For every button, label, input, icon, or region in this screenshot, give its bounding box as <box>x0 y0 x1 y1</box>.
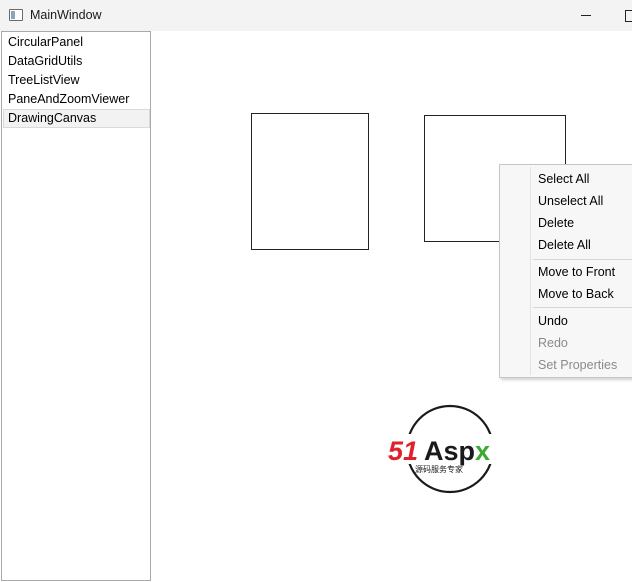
watermark-number: 51 <box>388 436 418 466</box>
list-item-tree-list-view[interactable]: TreeListView <box>3 71 150 90</box>
menu-item-undo[interactable]: Undo <box>502 310 632 332</box>
canvas-rectangle[interactable] <box>251 113 369 250</box>
minimize-icon[interactable] <box>572 0 602 31</box>
menu-item-redo[interactable]: Redo <box>502 332 632 354</box>
list-item-circular-panel[interactable]: CircularPanel <box>3 33 150 52</box>
window-title: MainWindow <box>30 8 102 22</box>
menu-item-move-to-front[interactable]: Move to Front <box>502 261 632 283</box>
watermark-brand-accent: x <box>475 436 490 466</box>
watermark-logo: 51 Aspx 源码服务专家 <box>386 404 516 494</box>
context-menu[interactable]: Select All Unselect All Delete Delete Al… <box>499 164 632 378</box>
menu-item-unselect-all[interactable]: Unselect All <box>502 190 632 212</box>
list-item-drawing-canvas[interactable]: DrawingCanvas <box>3 109 150 128</box>
navigation-list[interactable]: CircularPanel DataGridUtils TreeListView… <box>1 31 151 581</box>
maximize-icon[interactable] <box>614 0 632 31</box>
menu-item-select-all[interactable]: Select All <box>502 168 632 190</box>
title-bar[interactable]: MainWindow <box>0 0 632 31</box>
menu-separator <box>533 307 632 308</box>
list-item-pane-and-zoom-viewer[interactable]: PaneAndZoomViewer <box>3 90 150 109</box>
menu-item-delete[interactable]: Delete <box>502 212 632 234</box>
list-item-data-grid-utils[interactable]: DataGridUtils <box>3 52 150 71</box>
watermark-brand: Aspx <box>424 436 490 466</box>
menu-item-delete-all[interactable]: Delete All <box>502 234 632 256</box>
app-window-icon <box>9 9 23 21</box>
watermark-tagline: 源码服务专家 <box>415 464 463 474</box>
menu-item-move-to-back[interactable]: Move to Back <box>502 283 632 305</box>
menu-separator <box>533 259 632 260</box>
menu-item-set-properties[interactable]: Set Properties <box>502 354 632 376</box>
